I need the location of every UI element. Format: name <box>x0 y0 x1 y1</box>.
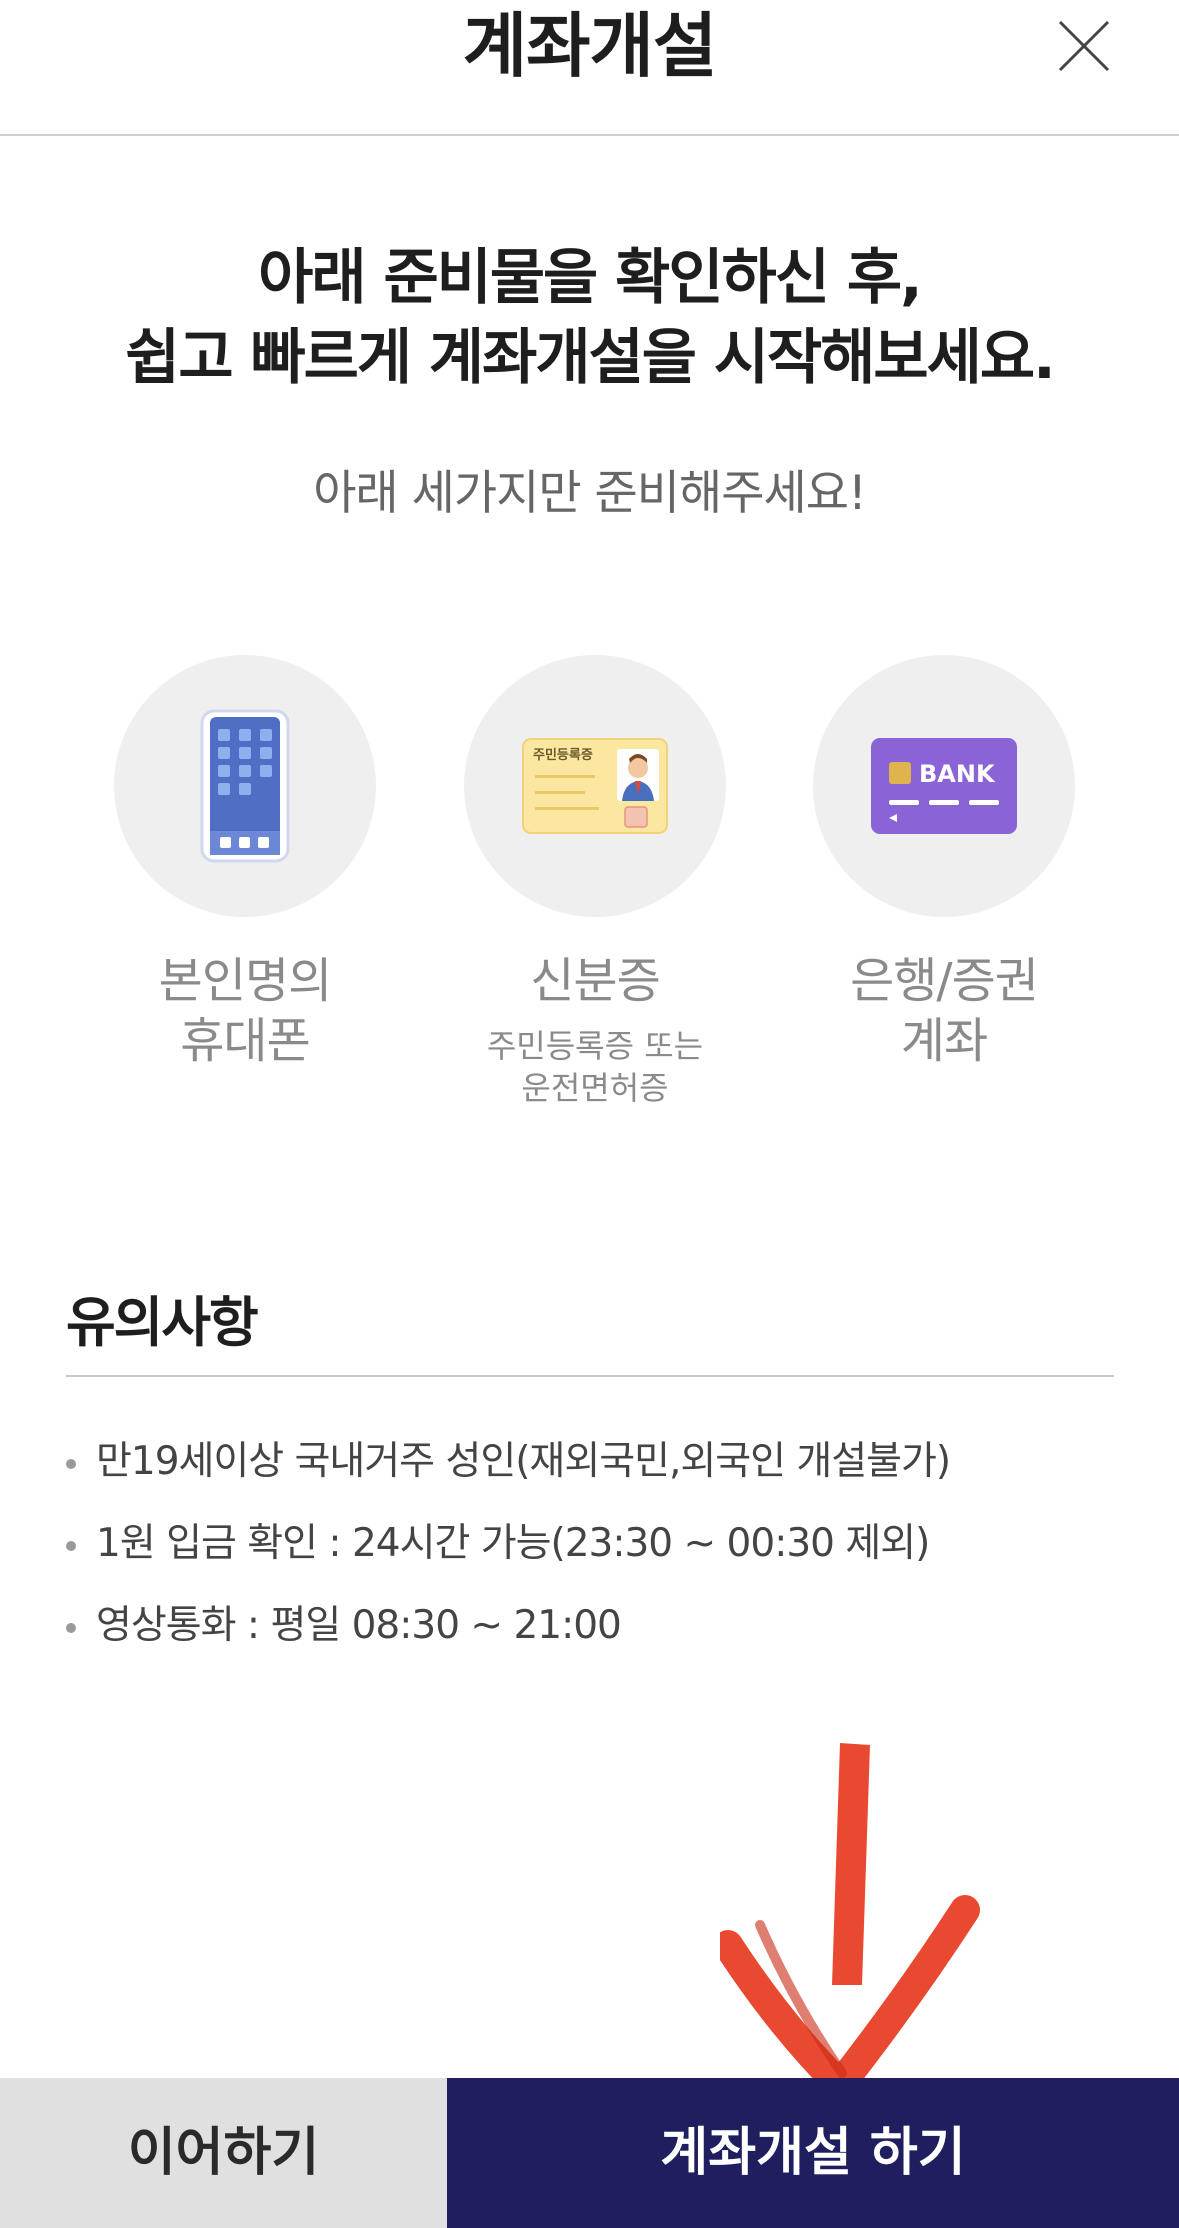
page-title: 계좌개설 <box>462 5 718 87</box>
annotation-arrow-icon <box>720 1743 980 2100</box>
requirement-label-line: 본인명의 <box>158 953 333 1009</box>
requirement-phone: 본인명의 휴대폰 <box>85 655 405 1071</box>
notice-item: 만19세이상 국내거주 성인(재외국민,외국인 개설불가) <box>66 1430 1126 1512</box>
requirement-label-line: 은행/증권 <box>850 953 1039 1009</box>
notice-list: 만19세이상 국내거주 성인(재외국민,외국인 개설불가) 1원 입금 확인 :… <box>66 1430 1126 1676</box>
bank-card-icon: BANK <box>871 738 1017 834</box>
bullet-icon <box>66 1459 76 1469</box>
bullet-icon <box>66 1541 76 1551</box>
requirement-note-line: 운전면허증 <box>521 1069 669 1107</box>
notice-item: 영상통화 : 평일 08:30 ~ 21:00 <box>66 1594 1126 1676</box>
header: 계좌개설 <box>0 0 1179 136</box>
intro-title: 아래 준비물을 확인하신 후, 쉽고 빠르게 계좌개설을 시작해보세요. <box>0 238 1179 398</box>
intro-title-line: 아래 준비물을 확인하신 후, <box>258 243 923 313</box>
notice-item: 1원 입금 확인 : 24시간 가능(23:30 ~ 00:30 제외) <box>66 1512 1126 1594</box>
requirement-note: 주민등록증 또는 운전면허증 <box>435 1025 755 1109</box>
notice-title: 유의사항 <box>66 1291 259 1354</box>
requirement-label-line: 휴대폰 <box>180 1013 310 1069</box>
requirement-label-line: 계좌 <box>900 1013 988 1069</box>
icon-circle: BANK <box>813 655 1075 917</box>
open-account-button[interactable]: 계좌개설 하기 <box>447 2078 1179 2228</box>
requirement-note-line: 주민등록증 또는 <box>486 1027 704 1065</box>
bank-card-text: BANK <box>919 760 996 788</box>
requirement-label: 신분증 <box>435 951 755 1011</box>
intro-subtitle: 아래 세가지만 준비해주세요! <box>313 466 867 521</box>
id-card-text: 주민등록증 <box>533 747 593 763</box>
notice-text: 만19세이상 국내거주 성인(재외국민,외국인 개설불가) <box>96 1439 951 1484</box>
requirement-label: 본인명의 휴대폰 <box>85 951 405 1071</box>
smartphone-icon <box>200 709 290 863</box>
id-card-icon: 주민등록증 <box>522 738 668 834</box>
requirement-label: 은행/증권 계좌 <box>784 951 1104 1071</box>
close-button[interactable] <box>1046 8 1122 84</box>
intro-title-line: 쉽고 빠르게 계좌개설을 시작해보세요. <box>125 323 1056 393</box>
requirement-id-card: 주민등록증 신분증 주민등록증 또는 운전면허증 <box>435 655 755 1109</box>
close-icon <box>1058 20 1110 72</box>
divider <box>66 1375 1114 1377</box>
requirements-list: 본인명의 휴대폰 주민등록증 신분증 주민등록증 또는 운전면허증 BANK 은… <box>0 655 1179 1135</box>
requirement-bank-account: BANK 은행/증권 계좌 <box>784 655 1104 1071</box>
notice-text: 영상통화 : 평일 08:30 ~ 21:00 <box>96 1603 622 1648</box>
icon-circle: 주민등록증 <box>464 655 726 917</box>
icon-circle <box>114 655 376 917</box>
notice-text: 1원 입금 확인 : 24시간 가능(23:30 ~ 00:30 제외) <box>96 1521 930 1566</box>
requirement-label-line: 신분증 <box>530 953 660 1009</box>
bullet-icon <box>66 1623 76 1633</box>
continue-button[interactable]: 이어하기 <box>0 2078 447 2228</box>
